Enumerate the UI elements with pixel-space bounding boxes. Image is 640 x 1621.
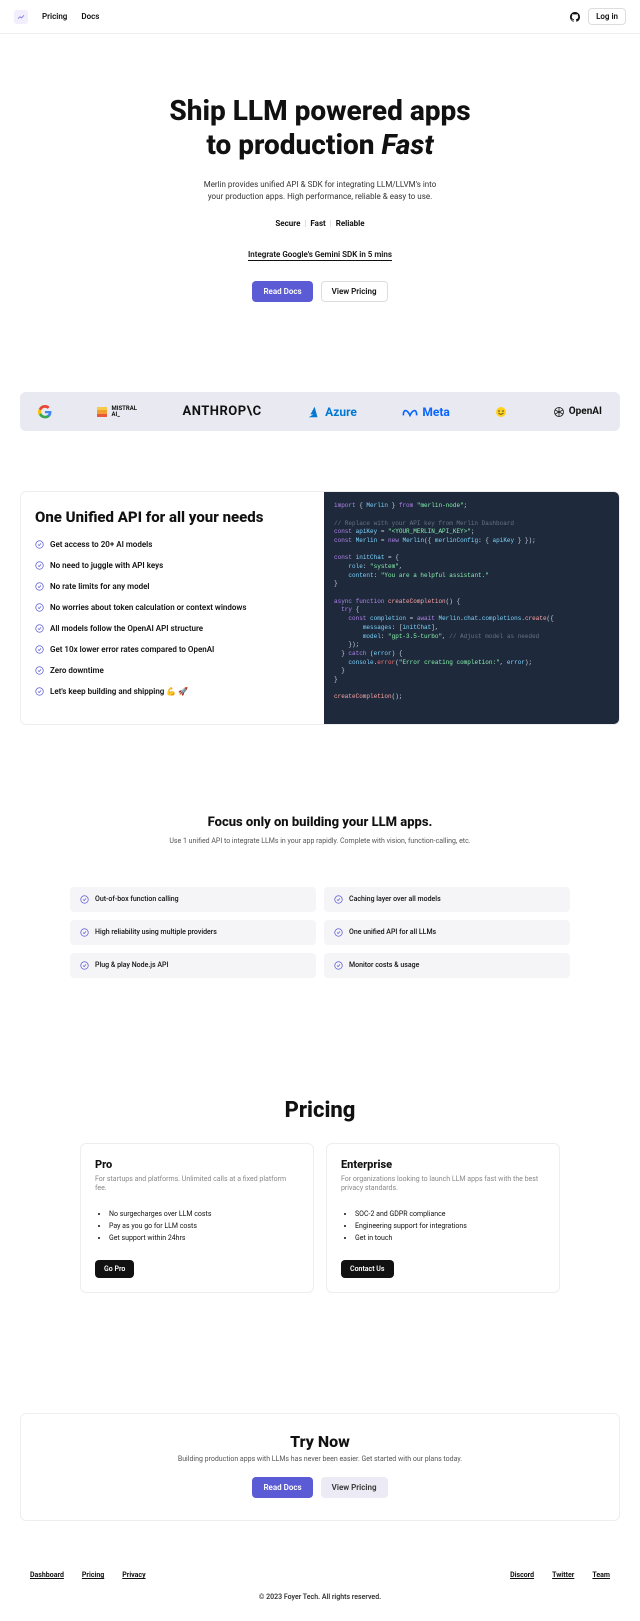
check-icon (334, 928, 343, 937)
footer-pricing[interactable]: Pricing (82, 1571, 104, 1579)
plan-name: Enterprise (341, 1158, 545, 1171)
feature-item: No need to juggle with API keys (35, 561, 310, 570)
trynow-title: Try Now (41, 1432, 599, 1451)
nav-pricing[interactable]: Pricing (42, 12, 67, 21)
focus-card: Caching layer over all models (324, 887, 570, 912)
plan-feature: SOC-2 and GDPR compliance (355, 1210, 545, 1218)
footer-dashboard[interactable]: Dashboard (30, 1571, 64, 1579)
pricing-title: Pricing (0, 1098, 640, 1123)
footer-privacy[interactable]: Privacy (122, 1571, 145, 1579)
check-icon (35, 666, 44, 675)
copyright: © 2023 Foyer Tech. All rights reserved. (30, 1593, 610, 1601)
logo-anthropic: ANTHROP\C (183, 404, 262, 419)
plan-feature: Get support within 24hrs (109, 1234, 299, 1242)
header: Pricing Docs Log in (0, 0, 640, 34)
feature-item: Zero downtime (35, 666, 310, 675)
trynow-view-pricing-button[interactable]: View Pricing (321, 1477, 388, 1498)
provider-logos: MISTRALAI_ ANTHROP\C Azure Meta OpenAI (20, 392, 620, 431)
unified-api-section: One Unified API for all your needs Get a… (20, 491, 620, 725)
footer: Dashboard Pricing Privacy Discord Twitte… (0, 1561, 640, 1621)
footer-team[interactable]: Team (592, 1571, 610, 1579)
logo-meta: Meta (402, 405, 449, 419)
footer-left: Dashboard Pricing Privacy (30, 1571, 146, 1579)
plan-feature: Engineering support for integrations (355, 1222, 545, 1230)
integrate-link[interactable]: Integrate Google's Gemini SDK in 5 mins (248, 250, 392, 261)
plan-desc: For organizations looking to launch LLM … (341, 1175, 545, 1195)
plan-name: Pro (95, 1158, 299, 1171)
footer-discord[interactable]: Discord (510, 1571, 534, 1579)
focus-card: Plug & play Node.js API (70, 953, 316, 978)
trynow-subtitle: Building production apps with LLMs has n… (41, 1455, 599, 1463)
check-icon (80, 928, 89, 937)
logo-icon[interactable] (14, 10, 28, 24)
check-icon (35, 687, 44, 696)
hero-subtitle: Merlin provides unified API & SDK for in… (20, 179, 620, 203)
github-icon[interactable] (570, 12, 580, 22)
logo-mistral: MISTRALAI_ (97, 406, 137, 418)
footer-right: Discord Twitter Team (510, 1571, 610, 1579)
feature-item: All models follow the OpenAI API structu… (35, 624, 310, 633)
plan-feature: Get in touch (355, 1234, 545, 1242)
focus-section: Focus only on building your LLM apps. Us… (0, 815, 640, 978)
plan-desc: For startups and platforms. Unlimited ca… (95, 1175, 299, 1195)
focus-card: High reliability using multiple provider… (70, 920, 316, 945)
check-icon (334, 895, 343, 904)
pricing-section: Pricing Pro For startups and platforms. U… (0, 1098, 640, 1294)
login-button[interactable]: Log in (588, 8, 626, 25)
logo-openai: OpenAI (553, 406, 602, 418)
check-icon (35, 540, 44, 549)
feature-item: No rate limits for any model (35, 582, 310, 591)
feature-item: Get 10x lower error rates compared to Op… (35, 645, 310, 654)
read-docs-button[interactable]: Read Docs (252, 281, 312, 302)
check-icon (334, 961, 343, 970)
logo-google (38, 405, 52, 419)
check-icon (35, 645, 44, 654)
logo-azure: Azure (307, 405, 357, 419)
focus-subtitle: Use 1 unified API to integrate LLMs in y… (40, 836, 600, 847)
focus-card: Out-of-box function calling (70, 887, 316, 912)
unified-title: One Unified API for all your needs (35, 508, 310, 526)
check-icon (35, 624, 44, 633)
view-pricing-button[interactable]: View Pricing (321, 281, 388, 302)
nav-docs[interactable]: Docs (81, 12, 99, 21)
check-icon (80, 895, 89, 904)
plan-feature: No surgecharges over LLM costs (109, 1210, 299, 1218)
plan-cta-button[interactable]: Contact Us (341, 1260, 394, 1278)
hero: Ship LLM powered apps to production Fast… (0, 34, 640, 332)
plan-feature: Pay as you go for LLM costs (109, 1222, 299, 1230)
feature-item: Let's keep building and shipping 💪 🚀 (35, 687, 310, 696)
pricing-plan: Enterprise For organizations looking to l… (326, 1143, 560, 1294)
feature-item: Get access to 20+ AI models (35, 540, 310, 549)
trynow-read-docs-button[interactable]: Read Docs (252, 1477, 312, 1498)
trynow-section: Try Now Building production apps with LL… (20, 1413, 620, 1521)
check-icon (35, 603, 44, 612)
footer-twitter[interactable]: Twitter (552, 1571, 574, 1579)
header-left: Pricing Docs (14, 10, 99, 24)
focus-title: Focus only on building your LLM apps. (40, 815, 600, 830)
hero-tags: Secure|Fast|Reliable (20, 219, 620, 228)
pricing-plan: Pro For startups and platforms. Unlimited… (80, 1143, 314, 1294)
logo-huggingface (495, 406, 507, 418)
plan-cta-button[interactable]: Go Pro (95, 1260, 134, 1278)
header-right: Log in (570, 8, 626, 25)
check-icon (35, 561, 44, 570)
check-icon (80, 961, 89, 970)
focus-card: Monitor costs & usage (324, 953, 570, 978)
focus-card: One unified API for all LLMs (324, 920, 570, 945)
hero-title: Ship LLM powered apps to production Fast (20, 94, 620, 161)
code-block: import { Merlin } from "merlin-node"; //… (324, 492, 619, 724)
check-icon (35, 582, 44, 591)
feature-item: No worries about token calculation or co… (35, 603, 310, 612)
